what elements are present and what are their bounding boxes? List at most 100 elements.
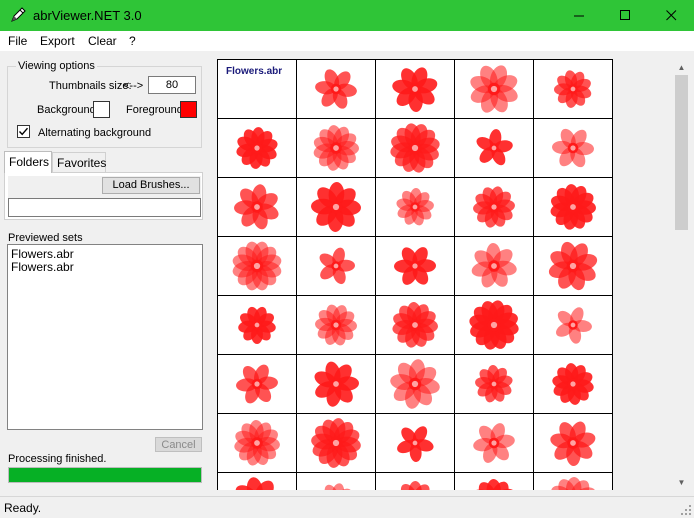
- thumbnail-cell[interactable]: [218, 296, 297, 355]
- thumbnail-cell[interactable]: [534, 178, 613, 237]
- thumbnail-cell[interactable]: [455, 178, 534, 237]
- status-text: Ready.: [4, 501, 42, 515]
- close-icon: [665, 10, 676, 21]
- thumbnail-cell[interactable]: [297, 414, 376, 473]
- menu-file[interactable]: File: [8, 34, 27, 48]
- flower-brush-icon: [392, 67, 438, 112]
- thumbnail-cell[interactable]: Flowers.abr: [218, 60, 297, 119]
- thumbnail-cell[interactable]: [534, 60, 613, 119]
- scrollbar-thumb[interactable]: [675, 75, 688, 230]
- flower-brush-icon: [234, 184, 279, 230]
- thumbnail-cell[interactable]: [455, 473, 534, 490]
- thumbnail-cell[interactable]: [455, 355, 534, 414]
- thumbnail-cell[interactable]: [218, 178, 297, 237]
- thumbnail-cell[interactable]: [297, 178, 376, 237]
- tab-folders[interactable]: Folders: [4, 151, 52, 173]
- viewing-options-group: Viewing options Thumbnails size: <--> 80…: [7, 60, 202, 148]
- list-item[interactable]: Flowers.abr: [8, 261, 202, 274]
- thumbnail-cell[interactable]: [376, 296, 455, 355]
- foreground-color-swatch[interactable]: [180, 101, 197, 118]
- thumbnail-cell[interactable]: [455, 119, 534, 178]
- thumbnail-cell[interactable]: [455, 237, 534, 296]
- thumbnail-cell[interactable]: [376, 119, 455, 178]
- thumbnail-cell[interactable]: [534, 237, 613, 296]
- menu-export[interactable]: Export: [40, 34, 75, 48]
- previewed-sets-list[interactable]: Flowers.abr Flowers.abr: [7, 244, 203, 430]
- flower-brush-icon: [314, 361, 359, 407]
- folders-panel: Load Brushes...: [4, 172, 203, 220]
- flower-brush-icon: [236, 127, 278, 169]
- brush-thumbnail-grid[interactable]: Flowers.abr: [217, 59, 613, 490]
- vertical-scrollbar[interactable]: ▲ ▼: [673, 59, 690, 490]
- flower-brush-icon: [311, 418, 361, 468]
- background-label: Background:: [37, 104, 99, 116]
- flower-brush-icon: [472, 479, 516, 490]
- flower-brush-icon: [470, 65, 518, 113]
- flower-brush-icon: [313, 125, 359, 171]
- load-brushes-button[interactable]: Load Brushes...: [102, 177, 200, 194]
- flower-brush-icon: [550, 184, 596, 230]
- thumbnail-cell[interactable]: [534, 119, 613, 178]
- foreground-label: Foreground:: [126, 104, 186, 116]
- scroll-up-arrow-icon[interactable]: ▲: [673, 59, 690, 75]
- status-bar: Ready.: [0, 496, 694, 518]
- flower-brush-icon: [469, 300, 519, 350]
- alternating-background-checkbox[interactable]: [17, 125, 30, 138]
- title-bar[interactable]: abrViewer.NET 3.0: [0, 0, 694, 31]
- thumbnail-cell[interactable]: [297, 473, 376, 490]
- thumbnail-cell[interactable]: [534, 296, 613, 355]
- flower-brush-icon: [235, 477, 274, 490]
- thumbnail-size-arrows: <-->: [123, 80, 144, 92]
- folder-path-input[interactable]: [8, 198, 201, 217]
- thumbnail-cell[interactable]: [534, 473, 613, 490]
- thumbnail-size-input[interactable]: 80: [148, 76, 196, 94]
- alternating-background-label: Alternating background: [38, 127, 152, 139]
- flower-brush-icon: [400, 481, 430, 490]
- thumbnail-cell[interactable]: [534, 414, 613, 473]
- checkmark-icon: [18, 127, 29, 136]
- flower-brush-icon: [473, 186, 515, 228]
- thumbnail-cell[interactable]: [218, 414, 297, 473]
- cancel-button[interactable]: Cancel: [155, 437, 202, 452]
- thumbnail-cell[interactable]: [376, 355, 455, 414]
- tab-strip: Folders Favorites: [4, 151, 204, 174]
- thumbnail-cell[interactable]: [455, 414, 534, 473]
- thumbnail-cell[interactable]: [376, 473, 455, 490]
- flower-brush-icon: [238, 306, 276, 344]
- thumbnail-size-label: Thumbnails size:: [49, 80, 132, 92]
- flower-brush-icon: [234, 420, 280, 466]
- progress-bar-fill: [9, 468, 201, 482]
- thumbnail-cell[interactable]: [297, 60, 376, 119]
- maximize-button[interactable]: [602, 0, 648, 31]
- resize-grip-icon[interactable]: [680, 504, 692, 516]
- flower-brush-icon: [315, 69, 357, 109]
- minimize-button[interactable]: [556, 0, 602, 31]
- thumbnail-cell[interactable]: [376, 237, 455, 296]
- thumbnail-cell[interactable]: [376, 178, 455, 237]
- thumbnail-cell[interactable]: [534, 355, 613, 414]
- flower-brush-icon: [319, 247, 355, 285]
- thumbnail-cell[interactable]: [455, 296, 534, 355]
- thumbnail-cell[interactable]: [297, 296, 376, 355]
- thumbnail-cell[interactable]: [297, 355, 376, 414]
- thumbnail-cell[interactable]: [376, 414, 455, 473]
- tab-favorites[interactable]: Favorites: [52, 152, 106, 172]
- thumbnail-cell[interactable]: [218, 119, 297, 178]
- thumbnail-cell[interactable]: [297, 119, 376, 178]
- thumbnail-cell[interactable]: [376, 60, 455, 119]
- thumbnail-cell[interactable]: [218, 237, 297, 296]
- menu-help[interactable]: ?: [129, 34, 136, 48]
- close-button[interactable]: [648, 0, 694, 31]
- menu-clear[interactable]: Clear: [88, 34, 117, 48]
- thumbnail-cell[interactable]: [218, 355, 297, 414]
- scroll-down-arrow-icon[interactable]: ▼: [673, 474, 690, 490]
- flower-brush-icon: [324, 483, 352, 490]
- menu-bar: File Export Clear ?: [0, 31, 694, 51]
- flower-brush-icon: [236, 364, 278, 404]
- flower-brush-icon: [475, 365, 513, 403]
- thumbnail-cell[interactable]: [218, 473, 297, 490]
- thumbnail-cell[interactable]: [297, 237, 376, 296]
- background-color-swatch[interactable]: [93, 101, 110, 118]
- thumbnail-cell[interactable]: [455, 60, 534, 119]
- progress-bar: [8, 467, 202, 483]
